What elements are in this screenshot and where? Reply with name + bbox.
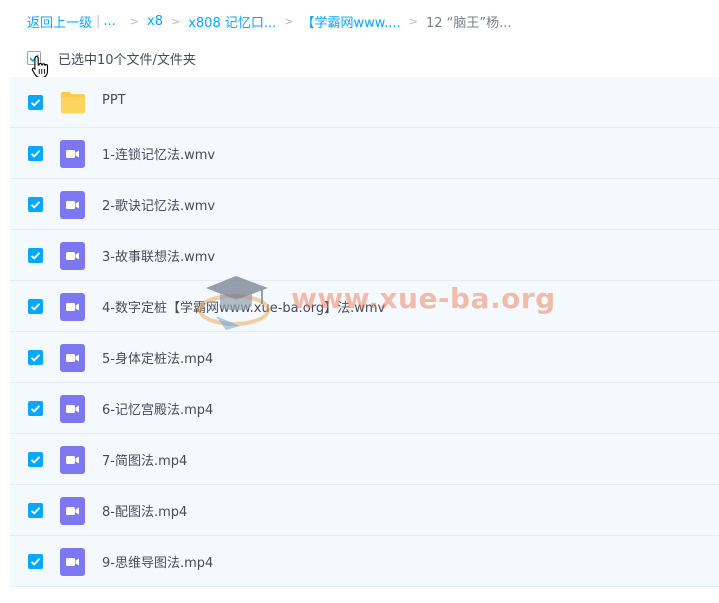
file-row-video[interactable]: 4-数字定桩【学霸网www.xue-ba.org】法.wmv (10, 281, 719, 332)
breadcrumb-current: 12 “脑王”杨... (425, 15, 512, 31)
chevron-right-icon: > (129, 14, 140, 28)
breadcrumb: 返回上一级 | ... > x8 > x808 记忆口... > 【学霸网www… (27, 11, 511, 31)
row-checkbox[interactable] (28, 350, 43, 365)
file-name[interactable]: 2-歌诀记忆法.wmv (102, 195, 215, 214)
video-file-icon (60, 497, 85, 525)
file-name[interactable]: 3-故事联想法.wmv (102, 246, 215, 265)
selection-bar: 已选中10个文件/文件夹 (27, 48, 196, 68)
file-name[interactable]: 1-连锁记忆法.wmv (102, 144, 215, 163)
breadcrumb-item-xueba[interactable]: 【学霸网www.... (301, 12, 400, 31)
row-checkbox[interactable] (28, 248, 43, 263)
check-icon (30, 201, 41, 209)
row-checkbox[interactable] (28, 146, 43, 161)
file-list: PPT 1-连锁记忆法.wmv 2-歌诀记忆法.wmv 3-故事联想法.wmv … (10, 77, 719, 587)
check-icon (30, 558, 41, 566)
hand-cursor-icon (31, 55, 49, 79)
check-icon (30, 150, 41, 158)
back-link[interactable]: 返回上一级 (27, 12, 92, 31)
file-name[interactable]: 5-身体定桩法.mp4 (102, 348, 213, 367)
file-row-video[interactable]: 6-记忆宫殿法.mp4 (10, 383, 719, 434)
file-browser-page: 返回上一级 | ... > x8 > x808 记忆口... > 【学霸网www… (0, 0, 719, 603)
file-name[interactable]: 7-简图法.mp4 (102, 450, 187, 469)
chevron-right-icon: > (408, 14, 418, 28)
file-name[interactable]: 8-配图法.mp4 (102, 501, 187, 520)
file-row-video[interactable]: 2-歌诀记忆法.wmv (10, 179, 719, 230)
file-row-ppt[interactable]: PPT (10, 77, 719, 128)
selection-count-label: 已选中10个文件/文件夹 (58, 52, 196, 68)
file-row-video[interactable]: 1-连锁记忆法.wmv (10, 128, 719, 179)
file-name[interactable]: 9-思维导图法.mp4 (102, 552, 213, 571)
file-name[interactable]: 6-记忆宫殿法.mp4 (102, 399, 213, 418)
check-icon (30, 456, 41, 464)
check-icon (30, 252, 41, 260)
file-row-video[interactable]: 9-思维导图法.mp4 (10, 536, 719, 587)
video-file-icon (60, 395, 85, 423)
video-file-icon (60, 191, 85, 219)
check-icon (30, 405, 41, 413)
video-file-icon (60, 242, 85, 270)
row-checkbox[interactable] (28, 95, 43, 110)
breadcrumb-separator: | (96, 13, 101, 29)
video-file-icon (60, 293, 85, 321)
video-file-icon (60, 446, 85, 474)
video-file-icon (60, 548, 85, 576)
check-icon (30, 354, 41, 362)
breadcrumb-ellipsis[interactable]: ... (103, 14, 115, 29)
file-row-video[interactable]: 7-简图法.mp4 (10, 434, 719, 485)
chevron-right-icon: > (171, 14, 181, 28)
breadcrumb-item-x8[interactable]: x8 (147, 14, 163, 29)
video-file-icon (60, 140, 85, 168)
file-row-video[interactable]: 5-身体定桩法.mp4 (10, 332, 719, 383)
video-file-icon (60, 344, 85, 372)
row-checkbox[interactable] (28, 554, 43, 569)
file-row-video[interactable]: 3-故事联想法.wmv (10, 230, 719, 281)
row-checkbox[interactable] (28, 299, 43, 314)
row-checkbox[interactable] (28, 503, 43, 518)
file-name[interactable]: PPT (102, 93, 126, 108)
row-checkbox[interactable] (28, 197, 43, 212)
chevron-right-icon: > (284, 14, 294, 28)
check-icon (30, 303, 41, 311)
folder-icon (60, 91, 86, 114)
check-icon (30, 507, 41, 515)
file-name[interactable]: 4-数字定桩【学霸网www.xue-ba.org】法.wmv (102, 297, 385, 316)
breadcrumb-item-x808[interactable]: x808 记忆口... (188, 12, 276, 31)
check-icon (30, 99, 41, 107)
file-row-video[interactable]: 8-配图法.mp4 (10, 485, 719, 536)
row-checkbox[interactable] (28, 401, 43, 416)
row-checkbox[interactable] (28, 452, 43, 467)
